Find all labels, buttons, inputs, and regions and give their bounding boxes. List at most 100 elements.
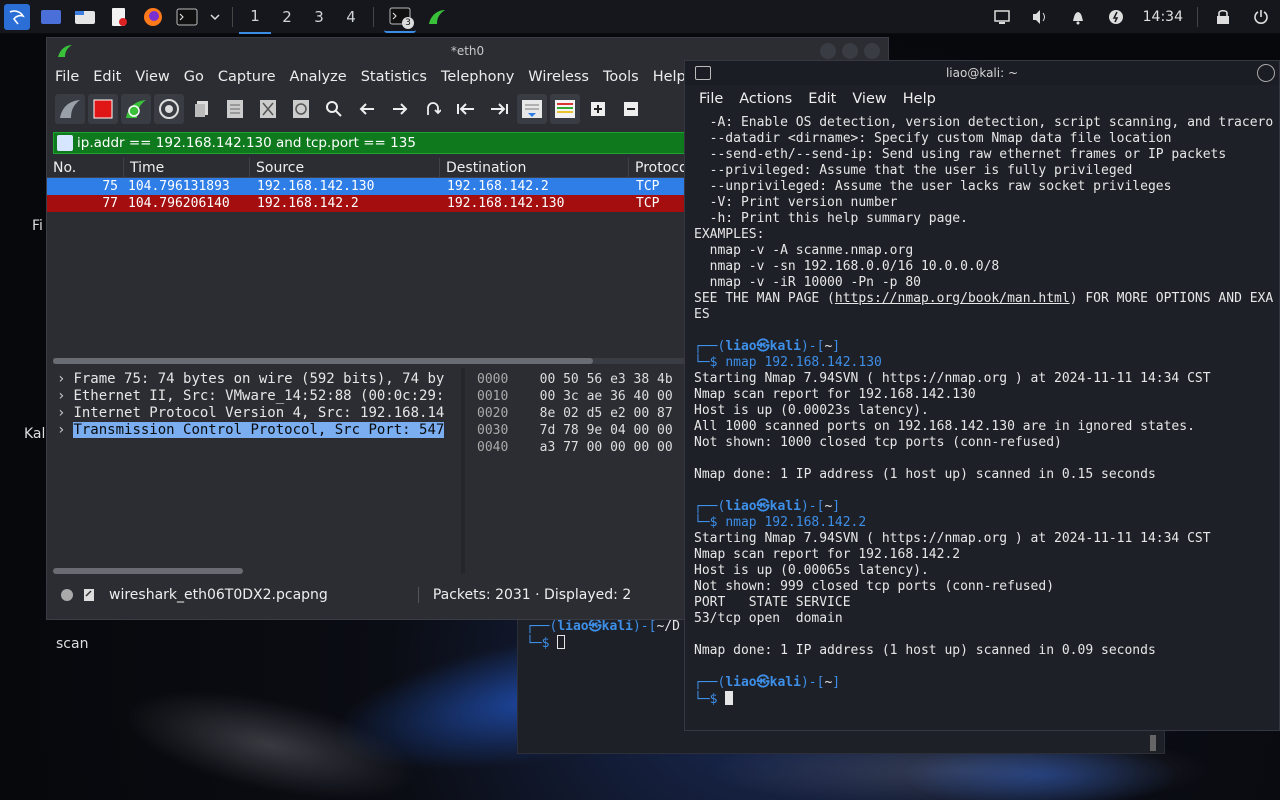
tree-scrollbar-thumb[interactable] bbox=[53, 568, 243, 574]
expand-arrow-icon[interactable]: › bbox=[57, 371, 65, 387]
menu-wireless[interactable]: Wireless bbox=[528, 69, 589, 85]
column-header-time[interactable]: Time bbox=[124, 157, 250, 178]
menu-view[interactable]: View bbox=[135, 69, 169, 85]
column-header-protocol[interactable]: Protocol bbox=[629, 157, 691, 178]
tree-item-ethernet[interactable]: › Ethernet II, Src: VMware_14:52:88 (00:0… bbox=[47, 388, 461, 405]
menu-help[interactable]: Help bbox=[653, 69, 686, 85]
command: nmap 192.168.142.2 bbox=[725, 515, 867, 530]
scrollbar-thumb[interactable] bbox=[53, 358, 593, 364]
power-manager-icon[interactable] bbox=[1103, 4, 1129, 30]
desktop-label-fi: Fi bbox=[32, 218, 43, 234]
logout-icon[interactable] bbox=[1248, 4, 1274, 30]
column-header-source[interactable]: Source bbox=[250, 157, 440, 178]
tree-item-tcp[interactable]: › Transmission Control Protocol, Src Port… bbox=[47, 422, 461, 439]
menu-edit[interactable]: Edit bbox=[93, 69, 121, 85]
menu-tools[interactable]: Tools bbox=[603, 69, 639, 85]
desktop-label-kali: Kal bbox=[24, 426, 46, 442]
desktop-show-icon[interactable] bbox=[38, 4, 64, 30]
packet-destination: 192.168.142.2 bbox=[447, 179, 549, 194]
menu-actions[interactable]: Actions bbox=[739, 91, 792, 107]
expand-arrow-icon[interactable]: › bbox=[57, 388, 65, 404]
workspace-2[interactable]: 2 bbox=[271, 0, 303, 34]
start-capture-icon[interactable] bbox=[55, 94, 85, 124]
go-first-packet-icon[interactable] bbox=[451, 94, 481, 124]
packet-protocol: TCP bbox=[636, 179, 660, 194]
close-button[interactable] bbox=[864, 43, 880, 59]
help-line: nmap -v -iR 10000 -Pn -p 80 bbox=[694, 275, 921, 290]
firefox-icon[interactable] bbox=[140, 4, 166, 30]
lock-icon[interactable] bbox=[1210, 4, 1236, 30]
tree-item-frame[interactable]: › Frame 75: 74 bytes on wire (592 bits), … bbox=[47, 371, 461, 388]
go-forward-arrow-icon[interactable] bbox=[385, 94, 415, 124]
terminal-output[interactable]: -A: Enable OS detection, version detecti… bbox=[685, 113, 1279, 708]
clock[interactable]: 14:34 bbox=[1143, 9, 1183, 25]
desktop-label-scan[interactable]: scan bbox=[56, 636, 88, 652]
window-title: *eth0 bbox=[450, 44, 485, 58]
terminal-window[interactable]: liao@kali: ~ File Actions Edit View Help… bbox=[684, 60, 1280, 731]
scrollbar-thumb[interactable] bbox=[1150, 735, 1156, 751]
column-header-no[interactable]: No. bbox=[47, 157, 124, 178]
help-line: --datadir <dirname>: Specify custom Nmap… bbox=[694, 131, 1172, 146]
go-to-packet-icon[interactable] bbox=[418, 94, 448, 124]
capture-status-icon[interactable] bbox=[61, 589, 73, 601]
terminal-title: liao@kali: ~ bbox=[945, 66, 1019, 80]
close-file-icon[interactable] bbox=[253, 94, 283, 124]
help-line: --privileged: Assume that the user is fu… bbox=[694, 163, 1133, 178]
man-page-link[interactable]: https://nmap.org/book/man.html bbox=[835, 291, 1070, 306]
menu-view[interactable]: View bbox=[852, 91, 886, 107]
bookmark-icon[interactable] bbox=[57, 135, 73, 151]
colorize-icon[interactable] bbox=[550, 94, 580, 124]
workspace-4[interactable]: 4 bbox=[335, 0, 367, 34]
expand-arrow-icon[interactable]: › bbox=[57, 422, 65, 438]
help-line: --send-eth/--send-ip: Send using raw eth… bbox=[694, 147, 1227, 162]
taskbar-separator bbox=[232, 6, 233, 27]
menu-statistics[interactable]: Statistics bbox=[361, 69, 427, 85]
menu-edit[interactable]: Edit bbox=[808, 91, 836, 107]
notification-bell-icon[interactable] bbox=[1065, 4, 1091, 30]
chevron-down-icon[interactable] bbox=[208, 4, 222, 30]
terminal-cursor bbox=[557, 635, 566, 649]
column-header-destination[interactable]: Destination bbox=[440, 157, 629, 178]
workspace-3[interactable]: 3 bbox=[303, 0, 335, 34]
menu-go[interactable]: Go bbox=[184, 69, 204, 85]
go-back-arrow-icon[interactable] bbox=[352, 94, 382, 124]
zoom-in-icon[interactable] bbox=[583, 94, 613, 124]
menu-analyze[interactable]: Analyze bbox=[290, 69, 347, 85]
menu-telephony[interactable]: Telephony bbox=[441, 69, 514, 85]
wireshark-task-icon[interactable] bbox=[424, 4, 450, 30]
reload-file-icon[interactable] bbox=[286, 94, 316, 124]
go-last-packet-icon[interactable] bbox=[484, 94, 514, 124]
terminal-task-icon[interactable]: 3 bbox=[384, 1, 416, 33]
menu-capture[interactable]: Capture bbox=[218, 69, 276, 85]
find-packet-search-icon[interactable] bbox=[319, 94, 349, 124]
display-filter-input[interactable] bbox=[77, 135, 677, 151]
expand-arrow-icon[interactable]: › bbox=[57, 405, 65, 421]
text-editor-icon[interactable] bbox=[106, 4, 132, 30]
auto-scroll-icon[interactable] bbox=[517, 94, 547, 124]
taskbar: 1 2 3 4 3 14:34 bbox=[0, 0, 1280, 34]
tree-item-ipv4[interactable]: › Internet Protocol Version 4, Src: 192.1… bbox=[47, 405, 461, 422]
minimize-button[interactable] bbox=[820, 43, 836, 59]
terminal-titlebar[interactable]: liao@kali: ~ bbox=[685, 61, 1279, 85]
capture-options-gear-icon[interactable] bbox=[154, 94, 184, 124]
workspace-1[interactable]: 1 bbox=[239, 0, 271, 34]
volume-icon[interactable] bbox=[1027, 4, 1053, 30]
restart-capture-icon[interactable] bbox=[121, 94, 151, 124]
terminal-icon bbox=[695, 66, 711, 80]
menu-file[interactable]: File bbox=[699, 91, 723, 107]
file-manager-icon[interactable] bbox=[72, 4, 98, 30]
prompt-user: liao bbox=[557, 619, 589, 634]
packet-source: 192.168.142.2 bbox=[257, 196, 359, 211]
stop-capture-icon[interactable] bbox=[88, 94, 118, 124]
save-file-icon[interactable] bbox=[220, 94, 250, 124]
open-file-icon[interactable] bbox=[187, 94, 217, 124]
zoom-out-icon[interactable] bbox=[616, 94, 646, 124]
maximize-button[interactable] bbox=[842, 43, 858, 59]
menu-help[interactable]: Help bbox=[903, 91, 936, 107]
kali-menu-icon[interactable] bbox=[4, 3, 30, 30]
menu-file[interactable]: File bbox=[55, 69, 79, 85]
display-icon[interactable] bbox=[989, 4, 1015, 30]
capture-file-properties-icon[interactable] bbox=[83, 588, 95, 602]
terminal-launcher-icon[interactable] bbox=[174, 4, 200, 30]
close-button[interactable] bbox=[1257, 64, 1275, 82]
